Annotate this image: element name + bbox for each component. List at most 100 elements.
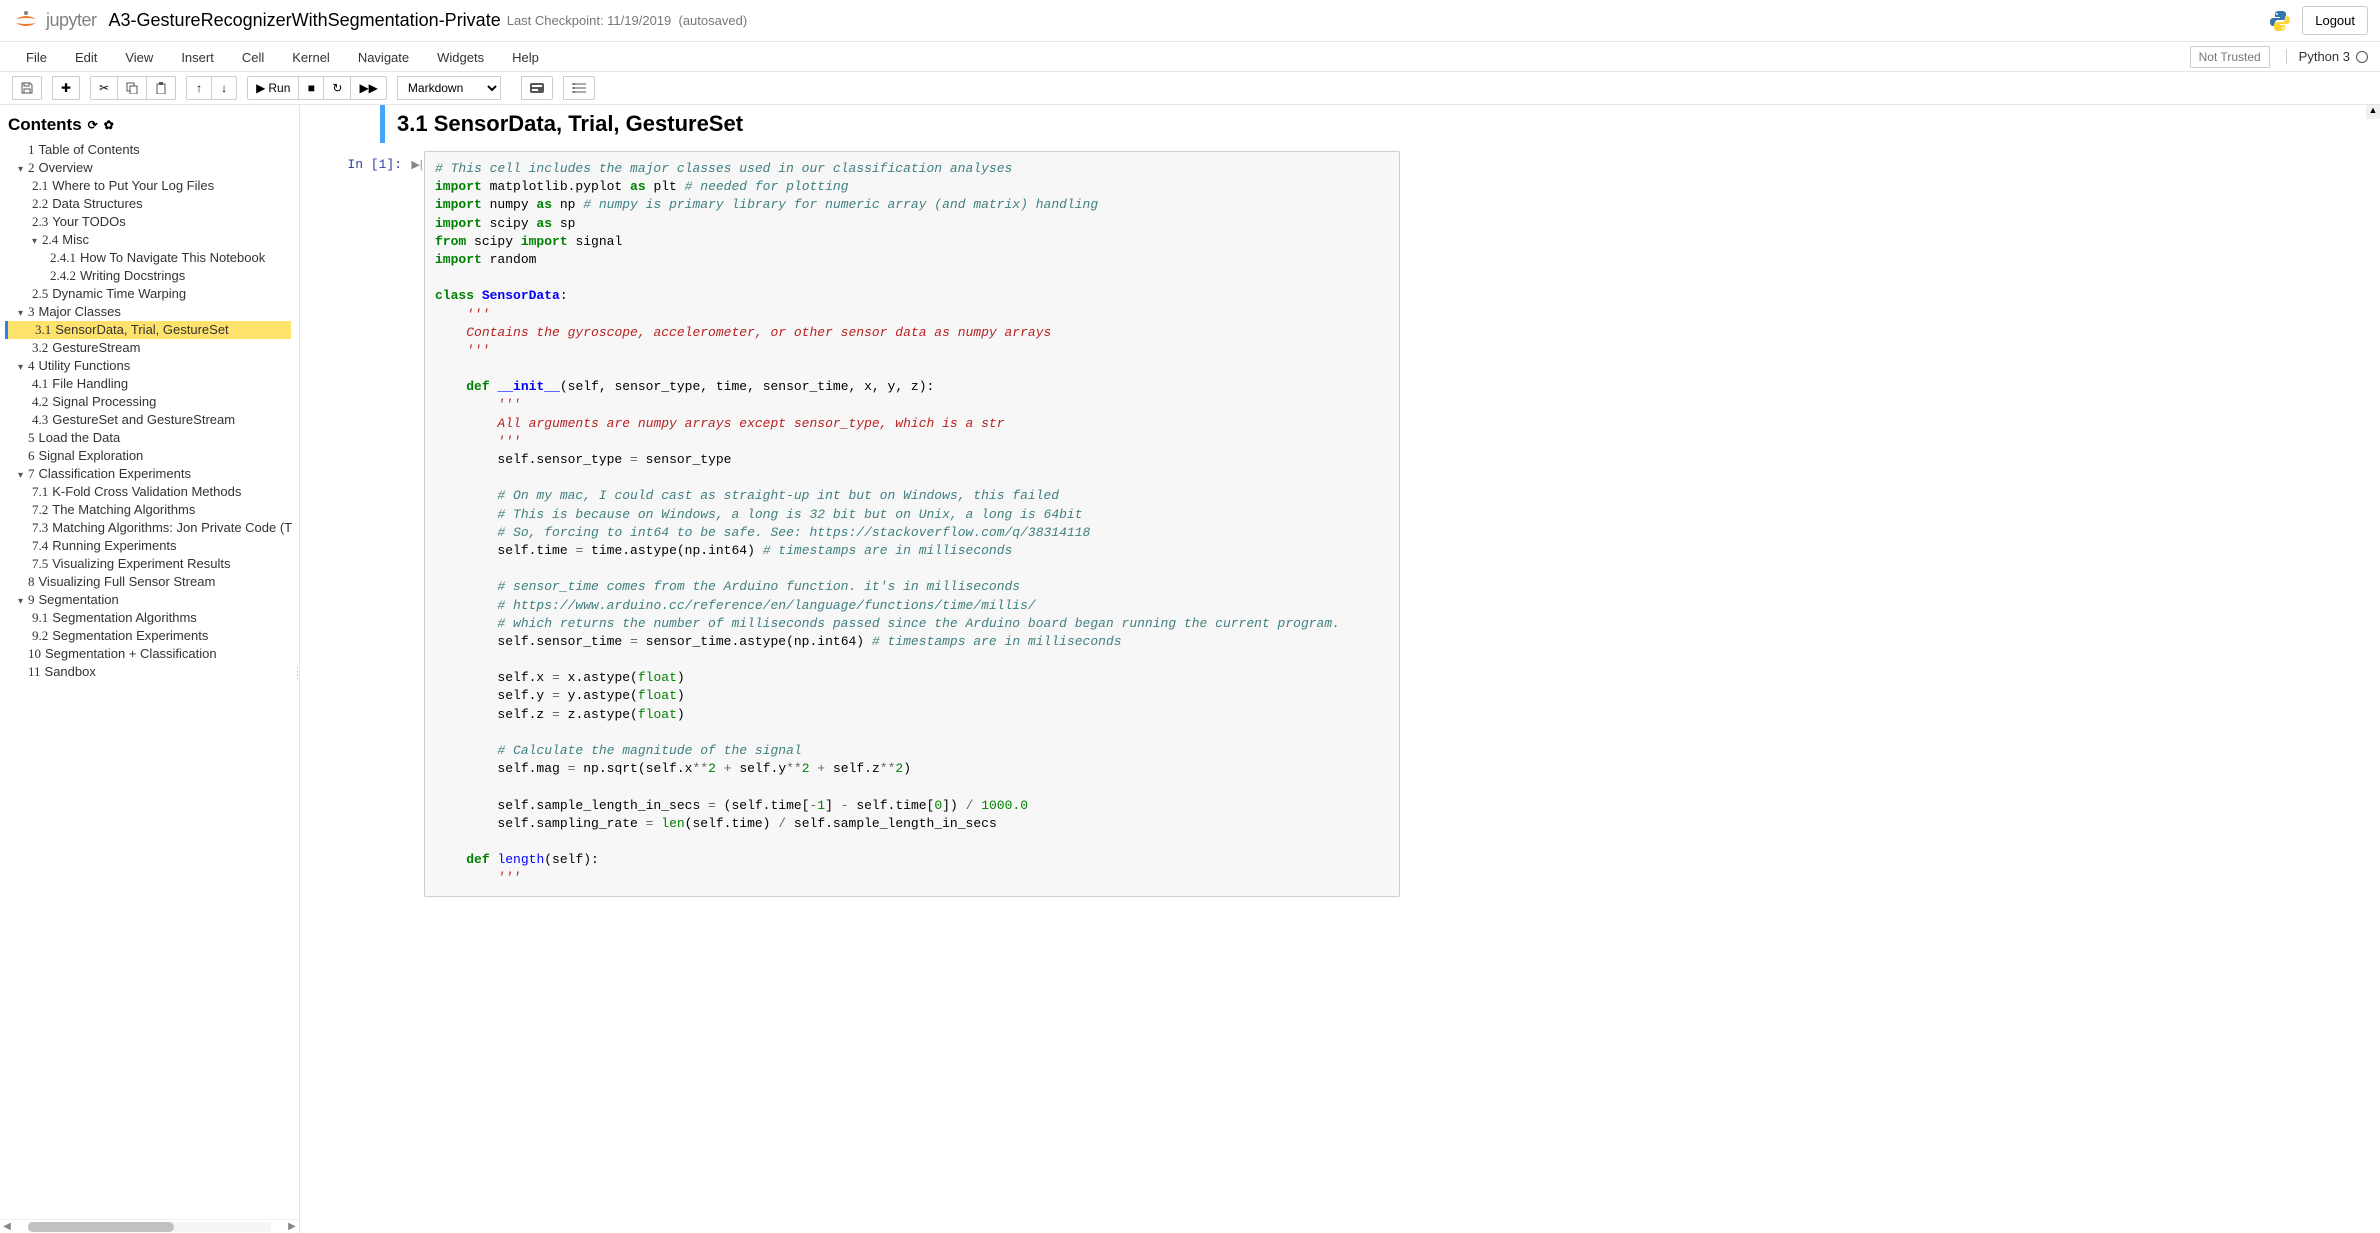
toc-item[interactable]: 5Load the Data: [8, 429, 291, 447]
notebook-area[interactable]: ▲ 3.1 SensorData, Trial, GestureSet In […: [300, 105, 2380, 1233]
toc-link[interactable]: Segmentation: [39, 592, 119, 607]
scroll-up-icon[interactable]: ▲: [2366, 105, 2380, 119]
trust-indicator[interactable]: Not Trusted: [2190, 46, 2270, 68]
logout-button[interactable]: Logout: [2302, 6, 2368, 35]
toc-link[interactable]: Visualizing Experiment Results: [52, 556, 230, 571]
toc-refresh-icon[interactable]: ⟳: [88, 118, 98, 132]
toc-item[interactable]: 7.1K-Fold Cross Validation Methods: [8, 483, 291, 501]
menu-view[interactable]: View: [111, 44, 167, 71]
toc-item[interactable]: 2.4.1How To Navigate This Notebook: [8, 249, 291, 267]
kernel-name[interactable]: Python 3: [2286, 49, 2368, 64]
code-input[interactable]: # This cell includes the major classes u…: [424, 151, 1400, 897]
menu-cell[interactable]: Cell: [228, 44, 278, 71]
toc-resize-handle[interactable]: ⋮⋮: [293, 669, 299, 709]
toc-link[interactable]: GestureStream: [52, 340, 140, 355]
toc-link[interactable]: Misc: [62, 232, 89, 247]
toc-item[interactable]: 3.2GestureStream: [8, 339, 291, 357]
run-button[interactable]: ▶ Run: [247, 76, 299, 100]
toc-item[interactable]: ▾7Classification Experiments: [8, 465, 291, 483]
toc-item[interactable]: ▾2Overview: [8, 159, 291, 177]
toc-link[interactable]: GestureSet and GestureStream: [52, 412, 235, 427]
toc-item[interactable]: 2.1Where to Put Your Log Files: [8, 177, 291, 195]
toc-item[interactable]: 1Table of Contents: [8, 141, 291, 159]
toc-link[interactable]: The Matching Algorithms: [52, 502, 195, 517]
toc-item[interactable]: 9.1Segmentation Algorithms: [8, 609, 291, 627]
toc-link[interactable]: Writing Docstrings: [80, 268, 185, 283]
toc-link[interactable]: Running Experiments: [52, 538, 176, 553]
toc-link[interactable]: Data Structures: [52, 196, 142, 211]
scroll-left-icon[interactable]: ◀: [0, 1221, 14, 1232]
notebook-scrollbar[interactable]: ▲: [2366, 105, 2380, 1233]
toc-item[interactable]: 2.3Your TODOs: [8, 213, 291, 231]
jupyter-logo[interactable]: jupyter: [12, 7, 97, 35]
menu-edit[interactable]: Edit: [61, 44, 111, 71]
toc-settings-icon[interactable]: ✿: [104, 118, 114, 132]
toc-item[interactable]: 7.5Visualizing Experiment Results: [8, 555, 291, 573]
toc-item[interactable]: 2.5Dynamic Time Warping: [8, 285, 291, 303]
toc-item[interactable]: 8Visualizing Full Sensor Stream: [8, 573, 291, 591]
toc-item[interactable]: ▾2.4Misc: [8, 231, 291, 249]
scroll-right-icon[interactable]: ▶: [285, 1221, 299, 1232]
toc-link[interactable]: Sandbox: [45, 664, 96, 679]
toc-link[interactable]: Dynamic Time Warping: [52, 286, 186, 301]
menu-navigate[interactable]: Navigate: [344, 44, 423, 71]
toc-link[interactable]: Overview: [39, 160, 93, 175]
move-up-button[interactable]: ↑: [186, 76, 212, 100]
insert-cell-button[interactable]: ✚: [52, 76, 80, 100]
toc-item[interactable]: 4.3GestureSet and GestureStream: [8, 411, 291, 429]
command-palette-button[interactable]: [521, 76, 553, 100]
notebook-name[interactable]: A3-GestureRecognizerWithSegmentation-Pri…: [109, 10, 501, 31]
toc-item[interactable]: ▾3Major Classes: [8, 303, 291, 321]
toc-link[interactable]: Segmentation + Classification: [45, 646, 217, 661]
toc-item[interactable]: ▾9Segmentation: [8, 591, 291, 609]
scrollbar-thumb[interactable]: [28, 1222, 174, 1232]
toc-link[interactable]: Visualizing Full Sensor Stream: [39, 574, 216, 589]
collapse-handle-icon[interactable]: ▶|: [410, 151, 424, 897]
interrupt-button[interactable]: ■: [298, 76, 324, 100]
toc-item[interactable]: 4.2Signal Processing: [8, 393, 291, 411]
toc-item[interactable]: 7.3Matching Algorithms: Jon Private Code…: [8, 519, 291, 537]
code-cell[interactable]: In [1]: ▶| # This cell includes the majo…: [320, 151, 1400, 897]
toc-item[interactable]: 4.1File Handling: [8, 375, 291, 393]
toc-link[interactable]: Utility Functions: [39, 358, 131, 373]
paste-button[interactable]: [146, 76, 176, 100]
save-button[interactable]: [12, 76, 42, 100]
toc-link[interactable]: Major Classes: [39, 304, 121, 319]
toc-item[interactable]: 9.2Segmentation Experiments: [8, 627, 291, 645]
toc-scrollbar[interactable]: ◀ ▶: [0, 1219, 299, 1233]
toc-link[interactable]: Your TODOs: [52, 214, 125, 229]
toc-item[interactable]: 2.2Data Structures: [8, 195, 291, 213]
toc-item[interactable]: 3.1SensorData, Trial, GestureSet: [5, 321, 291, 339]
toc-link[interactable]: How To Navigate This Notebook: [80, 250, 265, 265]
restart-button[interactable]: ↻: [323, 76, 351, 100]
toc-link[interactable]: Segmentation Algorithms: [52, 610, 197, 625]
toc-link[interactable]: Signal Processing: [52, 394, 156, 409]
cut-button[interactable]: ✂: [90, 76, 118, 100]
toc-link[interactable]: Signal Exploration: [39, 448, 144, 463]
toc-item[interactable]: 6Signal Exploration: [8, 447, 291, 465]
toc-link[interactable]: File Handling: [52, 376, 128, 391]
restart-run-all-button[interactable]: ▶▶: [350, 76, 386, 100]
heading-cell[interactable]: 3.1 SensorData, Trial, GestureSet: [320, 105, 1400, 143]
toc-link[interactable]: Table of Contents: [39, 142, 140, 157]
menu-widgets[interactable]: Widgets: [423, 44, 498, 71]
menu-file[interactable]: File: [12, 44, 61, 71]
toc-toggle-button[interactable]: [563, 76, 595, 100]
toc-link[interactable]: Classification Experiments: [39, 466, 191, 481]
toc-link[interactable]: Segmentation Experiments: [52, 628, 208, 643]
toc-link[interactable]: SensorData, Trial, GestureSet: [55, 322, 228, 337]
toc-link[interactable]: K-Fold Cross Validation Methods: [52, 484, 241, 499]
toc-link[interactable]: Where to Put Your Log Files: [52, 178, 214, 193]
toc-item[interactable]: ▾4Utility Functions: [8, 357, 291, 375]
toc-item[interactable]: 2.4.2Writing Docstrings: [8, 267, 291, 285]
toc-item[interactable]: 7.2The Matching Algorithms: [8, 501, 291, 519]
menu-kernel[interactable]: Kernel: [278, 44, 344, 71]
toc-item[interactable]: 11Sandbox: [8, 663, 291, 681]
move-down-button[interactable]: ↓: [211, 76, 237, 100]
toc-item[interactable]: 10Segmentation + Classification: [8, 645, 291, 663]
menu-insert[interactable]: Insert: [167, 44, 228, 71]
menu-help[interactable]: Help: [498, 44, 553, 71]
toc-link[interactable]: Matching Algorithms: Jon Private Code (T: [52, 520, 292, 535]
copy-button[interactable]: [117, 76, 147, 100]
toc-link[interactable]: Load the Data: [39, 430, 121, 445]
